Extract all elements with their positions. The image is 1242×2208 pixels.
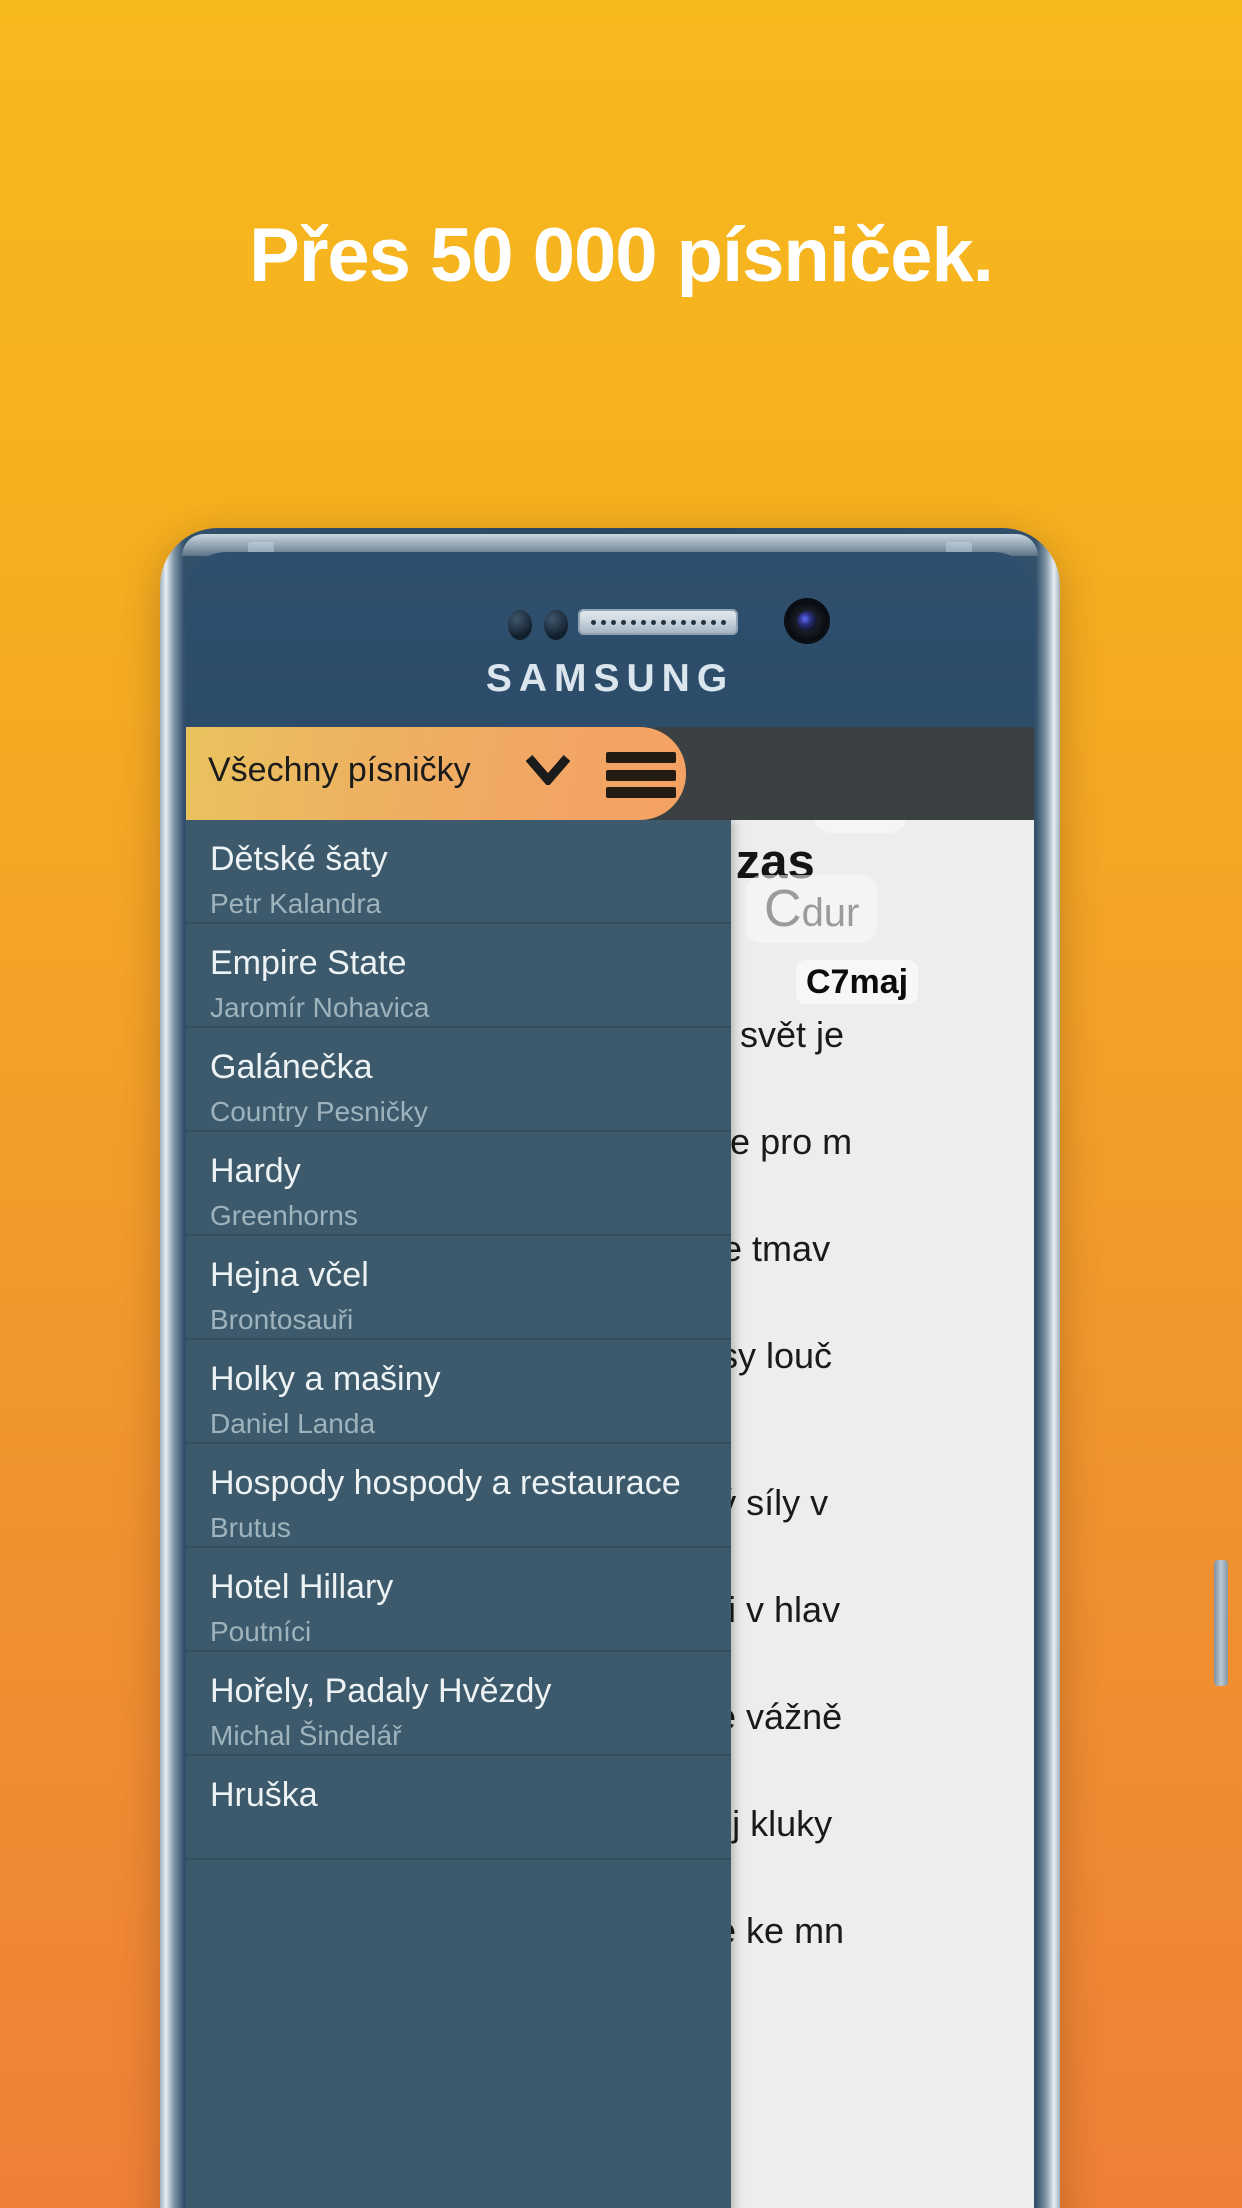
song-list-item[interactable]: Holky a mašiny Daniel Landa (186, 1340, 731, 1444)
hamburger-menu-icon[interactable] (606, 752, 676, 798)
song-item-title: Hotel Hillary (210, 1570, 394, 1606)
song-item-artist: Greenhorns (210, 1199, 358, 1231)
song-item-title: Hospody hospody a restaurace (210, 1466, 681, 1502)
light-sensor-icon (544, 610, 568, 640)
power-button[interactable] (1214, 1560, 1228, 1686)
song-item-artist: Petr Kalandra (210, 887, 382, 919)
song-item-artist: Jaromír Nohavica (210, 991, 430, 1023)
song-list-item[interactable]: Hruška (186, 1756, 731, 1860)
song-item-title: Hruška (210, 1778, 318, 1814)
phone-mockup: SAMSUNG Chci zas CCMlčíš a svět jeAmistá… (160, 528, 1228, 2208)
song-list-item[interactable]: Hotel Hillary Poutníci (186, 1548, 731, 1652)
toolbar-drawer-header[interactable]: Všechny písničky (186, 727, 686, 820)
song-item-title: Empire State (210, 946, 407, 982)
song-list-item[interactable]: Hejna včel Brontosauři (186, 1236, 731, 1340)
song-list-item[interactable]: Hospody hospody a restaurace Brutus (186, 1444, 731, 1548)
song-item-title: Holky a mašiny (210, 1362, 441, 1398)
song-list[interactable]: Dětské šaty Petr Kalandra Empire State Jaro… (186, 820, 731, 1860)
song-list-item[interactable]: Hořely, Padaly Hvězdy Michal Šindelář (186, 1652, 731, 1756)
song-item-title: Hejna včel (210, 1258, 369, 1294)
navigation-drawer[interactable]: Dětské šaty Petr Kalandra Empire State Jaro… (186, 820, 731, 2208)
app-toolbar: Všechny písničky (186, 727, 1034, 820)
device-brand-label: SAMSUNG (485, 657, 735, 700)
transpose-control[interactable]: Cdur (746, 875, 878, 943)
song-item-title: Hardy (210, 1154, 301, 1190)
song-item-title: Hořely, Padaly Hvězdy (210, 1674, 552, 1710)
promo-screenshot: Přes 50 000 písniček. SAMSUNG Chci zas (0, 0, 1242, 2208)
song-item-artist: Michal Šindelář (210, 1719, 402, 1751)
song-item-artist: Daniel Landa (210, 1407, 376, 1439)
page-title: Přes 50 000 písniček. (249, 213, 994, 298)
phone-screen: Chci zas CCMlčíš a svět jeAmistává se pr… (186, 727, 1034, 2208)
song-item-artist: Country Pesničky (210, 1095, 428, 1127)
song-item-title: Galánečka (210, 1050, 373, 1086)
song-item-artist: Brontosauři (210, 1303, 354, 1335)
proximity-sensor-icon (508, 610, 532, 640)
song-item-artist: Brutus (210, 1511, 291, 1543)
earpiece-speaker (578, 609, 738, 635)
chevron-down-icon[interactable] (526, 755, 570, 785)
song-list-item[interactable]: Hardy Greenhorns (186, 1132, 731, 1236)
transpose-target-chord[interactable]: C7maj (796, 960, 919, 1005)
phone-front: SAMSUNG Chci zas CCMlčíš a svět jeAmistá… (186, 552, 1034, 2208)
front-camera-icon (786, 600, 828, 642)
transpose-quality-label: dur (801, 891, 860, 935)
song-list-item[interactable]: Empire State Jaromír Nohavica (186, 924, 731, 1028)
song-list-item[interactable]: Dětské šaty Petr Kalandra (186, 820, 731, 924)
song-item-artist: Poutníci (210, 1615, 312, 1647)
song-item-title: Dětské šaty (210, 842, 388, 878)
transpose-root-label: C (764, 880, 802, 938)
song-list-item[interactable]: Galánečka Country Pesničky (186, 1028, 731, 1132)
playlist-selector-label[interactable]: Všechny písničky (208, 751, 471, 790)
